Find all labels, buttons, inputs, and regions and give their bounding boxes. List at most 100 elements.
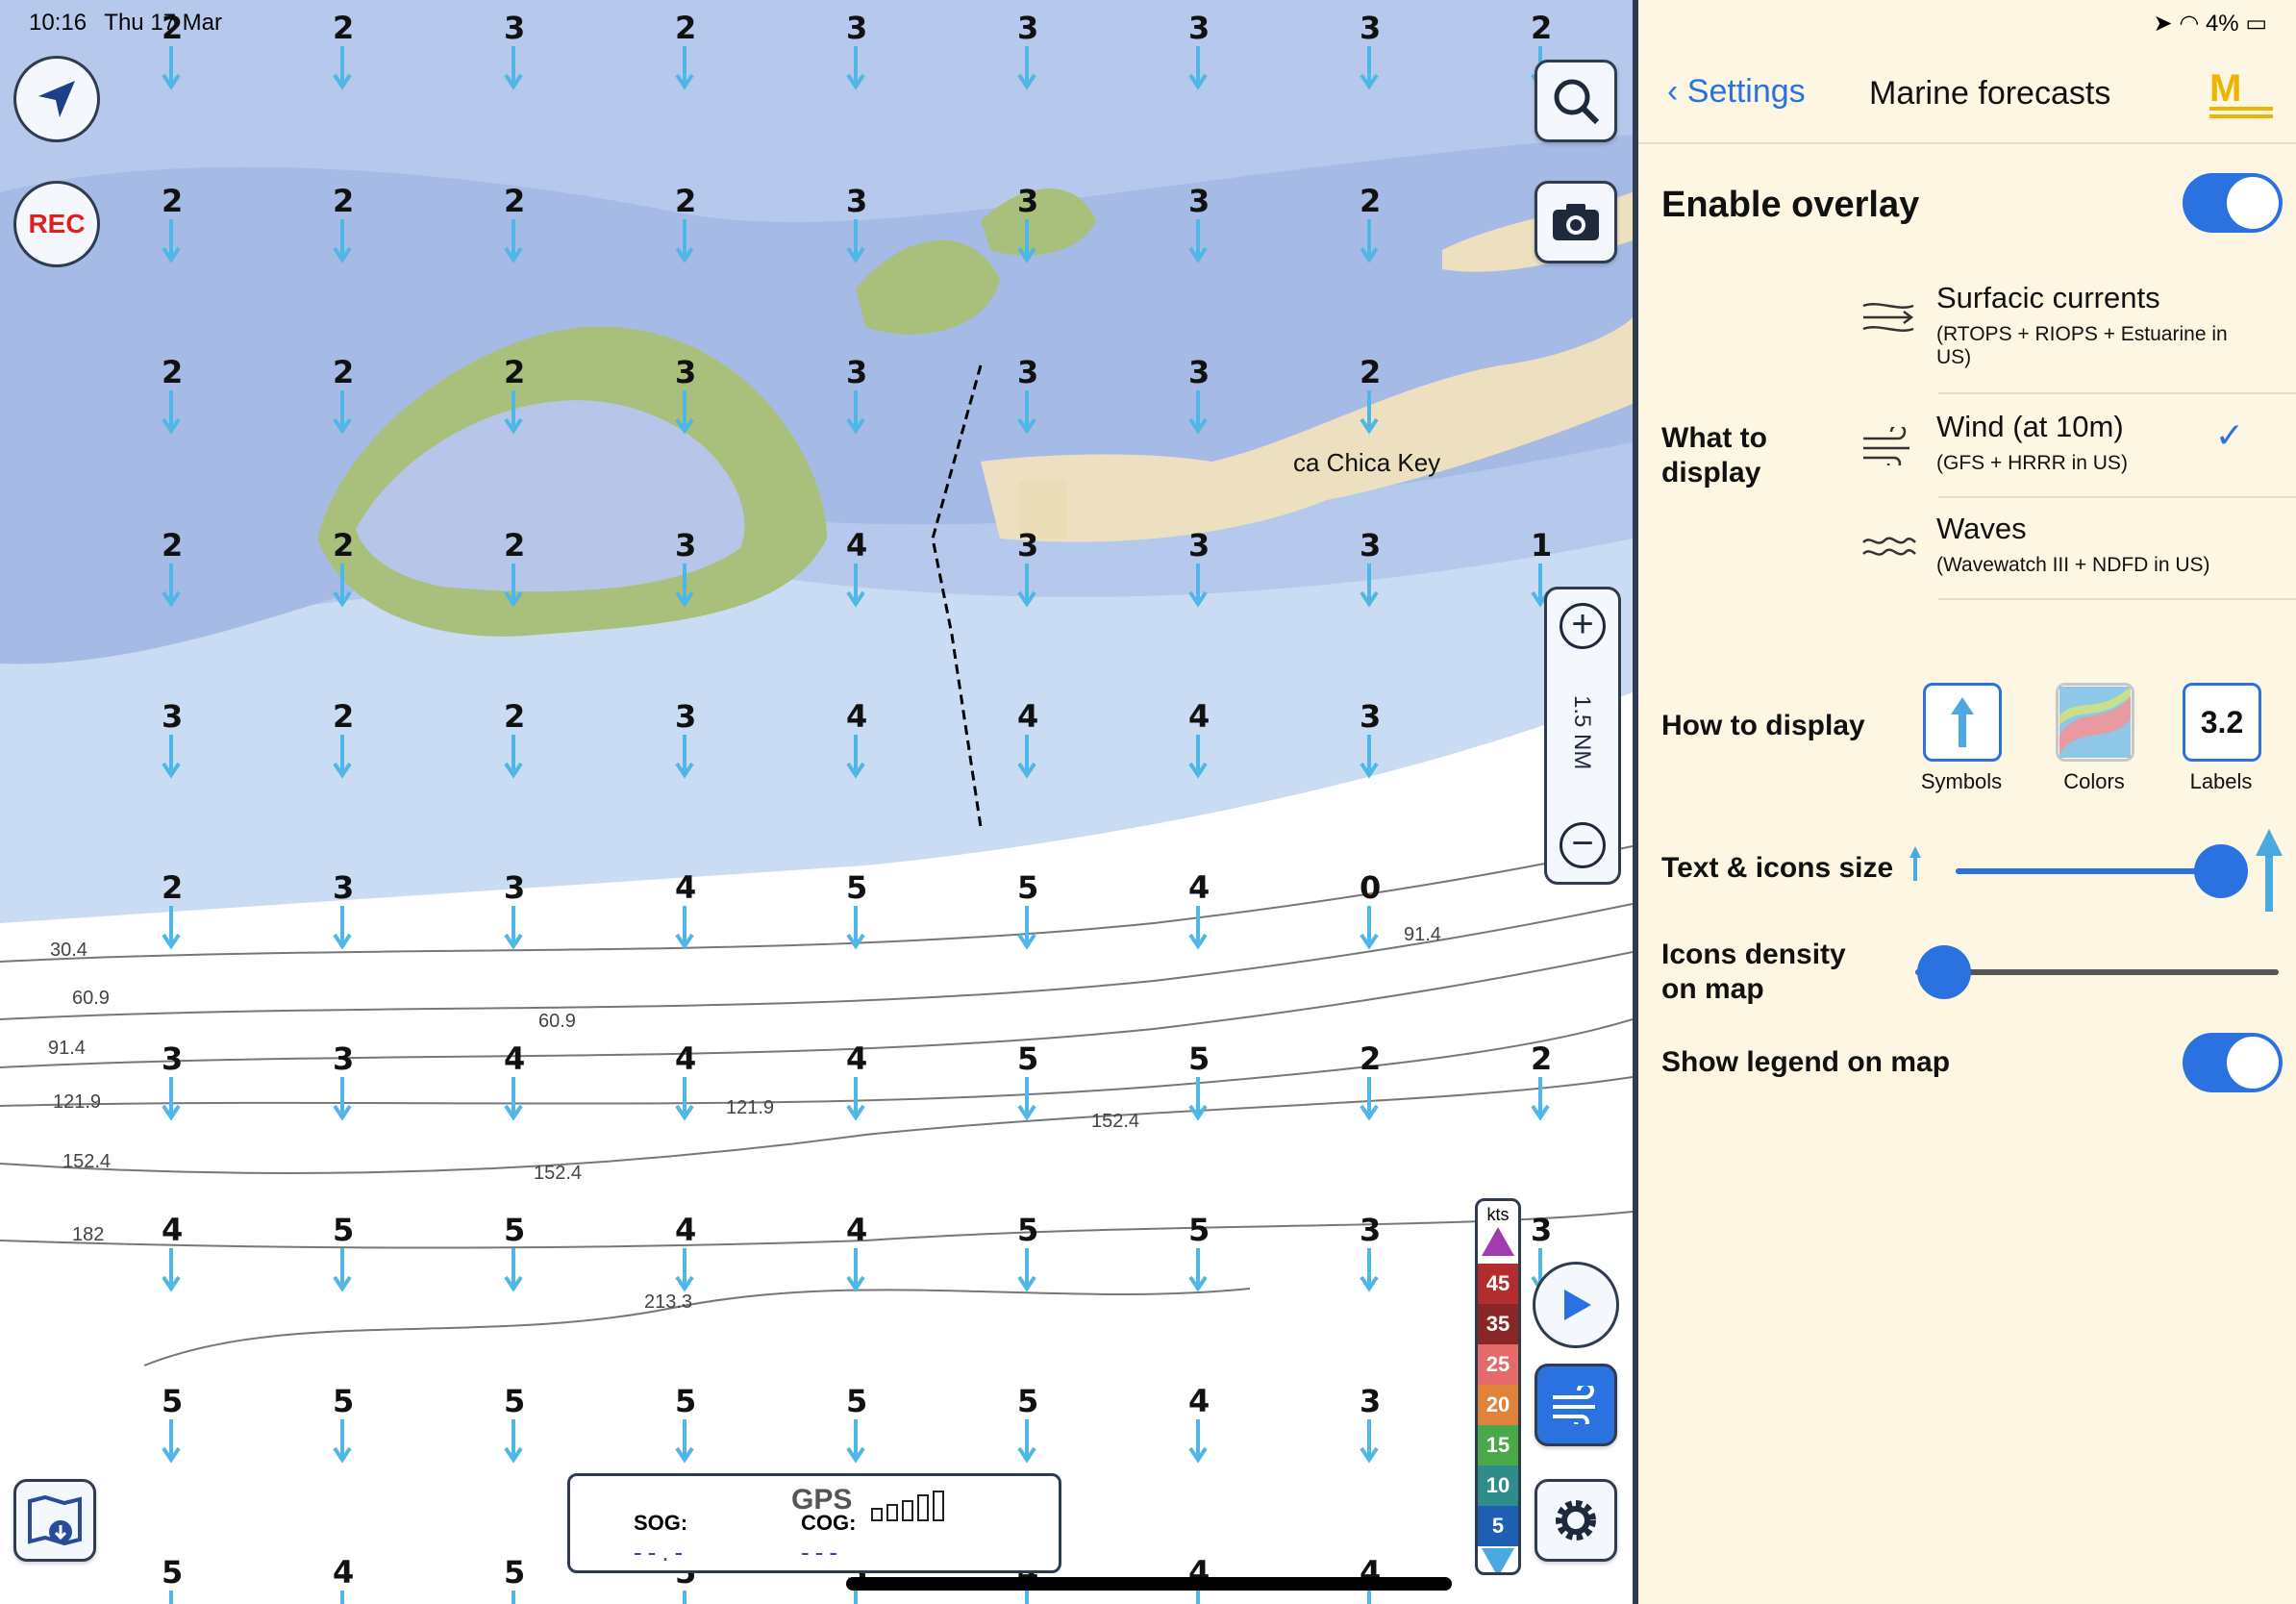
offline-maps-button[interactable] xyxy=(13,1479,96,1562)
place-label: ca Chica Key xyxy=(1293,448,1440,477)
scale-label: 1.5 NM xyxy=(1569,695,1595,770)
wind-speed-label: 2 xyxy=(1360,1040,1381,1077)
legend-band: 15 xyxy=(1478,1425,1518,1466)
option-surfacic-currents[interactable]: Surfacic currents (RTOPS + RIOPS + Estua… xyxy=(1831,281,2283,387)
wind-speed-label: 4 xyxy=(1188,869,1210,906)
wind-speed-label: 3 xyxy=(504,10,525,46)
currents-icon xyxy=(1862,303,1914,332)
zoom-control: + 1.5 NM − xyxy=(1544,587,1621,885)
wind-speed-label: 5 xyxy=(846,1383,867,1419)
colors-label: Colors xyxy=(2063,769,2125,793)
wind-speed-label: 2 xyxy=(1360,354,1381,390)
wind-speed-label: 4 xyxy=(675,1040,696,1077)
option-waves[interactable]: Waves (Wavewatch III + NDFD in US) xyxy=(1831,512,2283,598)
wind-speed-label: 5 xyxy=(162,1383,183,1419)
wind-speed-label: 3 xyxy=(846,354,867,390)
option-divider xyxy=(1938,598,2296,600)
wind-speed-label: 2 xyxy=(333,354,354,390)
back-label: Settings xyxy=(1686,73,1806,110)
navigation-arrow-icon xyxy=(38,81,75,117)
large-arrow-icon xyxy=(2256,829,2283,912)
wind-speed-label: 2 xyxy=(504,354,525,390)
option-sub: (Wavewatch III + NDFD in US) xyxy=(1936,554,2210,576)
arrow-up-icon xyxy=(1951,697,1974,747)
svg-text:60.9: 60.9 xyxy=(538,1011,576,1032)
wind-speed-label: 3 xyxy=(1188,527,1210,564)
settings-button[interactable] xyxy=(1535,1479,1617,1562)
wind-speed-label: 2 xyxy=(333,527,354,564)
wind-speed-label: 5 xyxy=(504,1383,525,1419)
waves-icon xyxy=(1862,537,1916,556)
wind-speed-label: 0 xyxy=(1360,869,1381,906)
wind-overlay-button[interactable] xyxy=(1535,1364,1617,1446)
wind-speed-label: 5 xyxy=(1017,1040,1038,1077)
option-divider xyxy=(1938,496,2296,498)
wind-speed-label: 2 xyxy=(504,698,525,735)
symbols-button[interactable] xyxy=(1923,683,2002,762)
icons-density-slider[interactable] xyxy=(1915,945,2279,999)
play-button[interactable] xyxy=(1533,1262,1619,1348)
nautical-chart-map[interactable]: 2 2 3 2 3 3 3 3 2 2 2 2 2 3 3 3 2 2 2 2 3 3 3 3 2 2 2 2 3 4 3 3 3 1 3 2 2 3 4 4… xyxy=(0,0,1633,1604)
wind-speed-label: 4 xyxy=(162,1212,183,1248)
search-button[interactable] xyxy=(1535,60,1617,142)
sog-label: SOG: xyxy=(634,1511,688,1535)
zoom-in-button[interactable]: + xyxy=(1560,603,1606,649)
wind-speed-label: 5 xyxy=(504,1212,525,1248)
option-name: Wind (at 10m) xyxy=(1936,410,2124,443)
option-wind[interactable]: Wind (at 10m) (GFS + HRRR in US) ✓ xyxy=(1831,410,2283,506)
wind-speed-label: 3 xyxy=(1360,10,1381,46)
wind-icon xyxy=(1553,1386,1595,1424)
header-divider xyxy=(1638,142,2296,144)
wind-speed-label: 2 xyxy=(504,527,525,564)
wind-speed-label: 4 xyxy=(846,1212,867,1248)
show-legend-toggle[interactable] xyxy=(2183,1033,2283,1092)
location-icon: ➤ xyxy=(2153,11,2173,37)
gps-panel[interactable]: GPS SOG: COG: --.- --- xyxy=(567,1473,1061,1573)
app-logo: M xyxy=(2209,67,2273,118)
option-sub: (RTOPS + RIOPS + Estuarine in US) xyxy=(1936,323,2228,368)
wifi-icon: ◠ xyxy=(2179,11,2200,37)
status-bar-left: 10:16 Thu 17 Mar xyxy=(29,10,234,37)
record-button[interactable]: REC xyxy=(13,181,100,267)
wind-option-icon xyxy=(1863,427,1909,465)
zoom-out-button[interactable]: − xyxy=(1560,822,1606,868)
wind-speed-label: 3 xyxy=(1360,1383,1381,1419)
labels-button[interactable]: 3.2 xyxy=(2183,683,2261,762)
wind-speed-label: 3 xyxy=(846,183,867,219)
panel-header: ‹ Settings Marine forecasts M xyxy=(1667,67,2283,140)
svg-text:91.4: 91.4 xyxy=(1404,924,1441,945)
wind-speed-label: 2 xyxy=(333,10,354,46)
enable-overlay-toggle[interactable] xyxy=(2183,173,2283,233)
wind-speed-label: 3 xyxy=(675,698,696,735)
legend-band: 10 xyxy=(1478,1466,1518,1506)
wind-speed-label: 5 xyxy=(333,1383,354,1419)
svg-text:91.4: 91.4 xyxy=(48,1038,86,1059)
text-icons-size-slider[interactable] xyxy=(1956,844,2248,898)
cog-value: --- xyxy=(801,1538,843,1566)
home-indicator[interactable] xyxy=(846,1577,1452,1591)
colors-button[interactable] xyxy=(2056,683,2134,762)
wind-speed-label: 3 xyxy=(1017,183,1038,219)
camera-button[interactable] xyxy=(1535,181,1617,263)
wind-speed-label: 5 xyxy=(504,1554,525,1591)
wind-speed-label: 4 xyxy=(846,698,867,735)
checkmark-icon: ✓ xyxy=(2214,415,2244,455)
wind-legend: kts 45 35 25 20 15 10 5 xyxy=(1475,1198,1521,1575)
wind-speed-label: 2 xyxy=(162,354,183,390)
wind-speed-label: 3 xyxy=(1188,354,1210,390)
wind-speed-label: 5 xyxy=(1017,869,1038,906)
wind-speed-label: 2 xyxy=(675,10,696,46)
map-download-icon xyxy=(28,1494,82,1546)
sog-value: --.- xyxy=(634,1538,689,1566)
symbols-label: Symbols xyxy=(1920,769,2003,793)
wind-speed-label: 4 xyxy=(1188,698,1210,735)
back-button[interactable]: ‹ Settings xyxy=(1667,73,1806,111)
legend-band: 25 xyxy=(1478,1344,1518,1385)
locate-button[interactable] xyxy=(13,56,100,142)
how-to-display-label: How to display xyxy=(1661,710,1865,741)
wind-speed-label: 2 xyxy=(162,869,183,906)
marine-forecasts-panel: ➤ ◠ 4% ▭ ‹ Settings Marine forecasts M E… xyxy=(1638,0,2296,1604)
wind-speed-label: 4 xyxy=(1188,1383,1210,1419)
legend-band: 35 xyxy=(1478,1304,1518,1344)
wind-speed-label: 5 xyxy=(162,1554,183,1591)
